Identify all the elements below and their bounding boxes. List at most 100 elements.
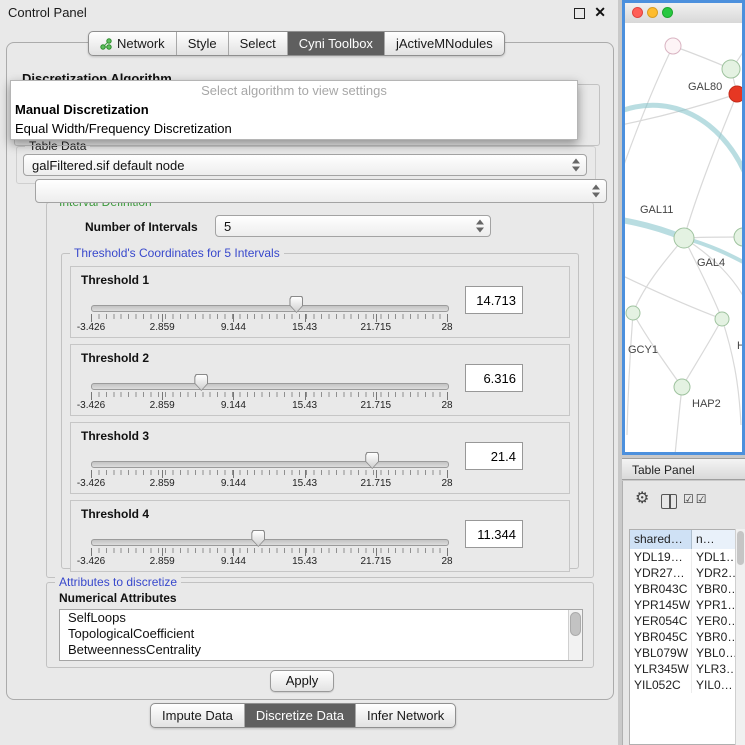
dropdown-option[interactable]: Manual Discretization xyxy=(11,100,577,119)
network-view-window: GAL80GAL11GAL4GCY1HAP2H xyxy=(622,0,745,455)
zoom-traffic-light[interactable] xyxy=(662,7,673,18)
table-rows: YDL19…YDL1…YDR27…YDR2…YBR043CYBR0…YPR145… xyxy=(630,549,736,693)
network-node[interactable] xyxy=(665,38,681,54)
table-cell: YDR2… xyxy=(692,565,736,581)
dropdown-placeholder: Select algorithm to view settings xyxy=(11,81,577,100)
network-canvas[interactable]: GAL80GAL11GAL4GCY1HAP2H xyxy=(625,23,742,452)
network-node[interactable] xyxy=(734,228,742,246)
slider-scale-label: -3.426 xyxy=(77,400,105,411)
slider-track[interactable] xyxy=(91,383,449,390)
tab-impute-data[interactable]: Impute Data xyxy=(151,704,245,727)
thresholds-group-title: Threshold's Coordinates for 5 Intervals xyxy=(70,246,284,260)
tab-network[interactable]: Network xyxy=(89,32,177,55)
slider-scale-label: 21.715 xyxy=(361,556,392,567)
list-item[interactable]: SelfLoops xyxy=(60,610,582,626)
slider-scale-label: 28 xyxy=(441,556,452,567)
slider-scale-label: 28 xyxy=(441,400,452,411)
slider-thumb[interactable] xyxy=(289,296,303,313)
threshold-label: Threshold 1 xyxy=(81,273,149,287)
slider-major-tick xyxy=(305,392,306,400)
network-node[interactable] xyxy=(715,312,729,326)
list-item[interactable]: BetweennessCentrality xyxy=(60,642,582,658)
scrollbar[interactable] xyxy=(568,610,582,660)
slider-track[interactable] xyxy=(91,461,449,468)
slider-scale-label: -3.426 xyxy=(77,322,105,333)
threshold-value-field[interactable]: 11.344 xyxy=(465,520,523,548)
table-cell: YIL0… xyxy=(692,677,736,693)
slider-scale-label: 15.43 xyxy=(292,400,317,411)
tab-label: Cyni Toolbox xyxy=(299,36,373,51)
algorithm-combo[interactable] xyxy=(35,179,607,203)
table-row[interactable]: YBR043CYBR0… xyxy=(630,581,736,597)
tab-select[interactable]: Select xyxy=(229,32,288,55)
table-cell: YER054C xyxy=(630,613,692,629)
slider-major-tick xyxy=(233,392,234,400)
scrollbar-thumb[interactable] xyxy=(570,612,581,636)
num-intervals-label: Number of Intervals xyxy=(85,220,198,234)
slider-major-tick xyxy=(305,548,306,556)
table-row[interactable]: YER054CYER0… xyxy=(630,613,736,629)
network-node[interactable] xyxy=(674,379,690,395)
slider-major-tick xyxy=(447,392,448,400)
tab-jactivemnodules[interactable]: jActiveMNodules xyxy=(385,32,504,55)
threshold-panel: Threshold 3-3.4262.8599.14415.4321.71528… xyxy=(70,422,570,494)
tab-label: jActiveMNodules xyxy=(396,36,493,51)
table-row[interactable]: YDR27…YDR2… xyxy=(630,565,736,581)
slider-thumb[interactable] xyxy=(194,374,208,391)
num-intervals-combo[interactable]: 5 xyxy=(215,215,491,237)
gear-icon[interactable]: ⚙ xyxy=(635,491,649,507)
table-row[interactable]: YDL19…YDL1… xyxy=(630,549,736,565)
slider-thumb[interactable] xyxy=(365,452,379,469)
table-cell: YLR3… xyxy=(692,661,736,677)
slider-major-tick xyxy=(91,392,92,400)
tab-style[interactable]: Style xyxy=(177,32,229,55)
window-title: Control Panel xyxy=(8,5,87,20)
slider-thumb[interactable] xyxy=(251,530,265,547)
slider-major-tick xyxy=(162,548,163,556)
table-row[interactable]: YBL079WYBL0… xyxy=(630,645,736,661)
minimize-traffic-light[interactable] xyxy=(647,7,658,18)
numerical-attributes-list: SelfLoopsTopologicalCoefficientBetweenne… xyxy=(60,610,582,658)
threshold-value-field[interactable]: 14.713 xyxy=(465,286,523,314)
close-icon[interactable]: ✕ xyxy=(594,4,606,21)
table-row[interactable]: YPR145WYPR1… xyxy=(630,597,736,613)
column-header[interactable]: n… xyxy=(692,530,736,549)
tab-infer-network[interactable]: Infer Network xyxy=(356,704,455,727)
table-row[interactable]: YBR045CYBR0… xyxy=(630,629,736,645)
network-node[interactable] xyxy=(626,306,640,320)
tab-label: Infer Network xyxy=(367,708,444,723)
scrollbar[interactable] xyxy=(735,529,745,745)
threshold-label: Threshold 4 xyxy=(81,507,149,521)
slider-major-tick xyxy=(91,314,92,322)
slider-major-tick xyxy=(447,548,448,556)
toolbar-checks[interactable]: ☑☑ xyxy=(683,492,709,506)
tab-discretize-data[interactable]: Discretize Data xyxy=(245,704,356,727)
float-window-icon[interactable] xyxy=(574,8,585,19)
dropdown-option[interactable]: Equal Width/Frequency Discretization xyxy=(11,119,577,138)
bottom-tab-bar: Impute DataDiscretize Data Infer Network xyxy=(150,703,456,728)
table-row[interactable]: YLR345WYLR3… xyxy=(630,661,736,677)
network-svg[interactable]: GAL80GAL11GAL4GCY1HAP2H xyxy=(625,23,742,452)
close-traffic-light[interactable] xyxy=(632,7,643,18)
slider-scale-label: 28 xyxy=(441,322,452,333)
tab-cyni-toolbox[interactable]: Cyni Toolbox xyxy=(288,32,385,55)
apply-button[interactable]: Apply xyxy=(270,670,334,692)
slider-scale-label: -3.426 xyxy=(77,556,105,567)
threshold-value-field[interactable]: 21.4 xyxy=(465,442,523,470)
threshold-label: Threshold 2 xyxy=(81,351,149,365)
columns-icon[interactable] xyxy=(661,494,677,509)
slider-track[interactable] xyxy=(91,305,449,312)
slider-major-tick xyxy=(233,470,234,478)
list-item[interactable]: TopologicalCoefficient xyxy=(60,626,582,642)
attributes-group-title: Attributes to discretize xyxy=(55,575,181,589)
network-node[interactable] xyxy=(722,60,740,78)
network-node[interactable] xyxy=(729,86,742,102)
column-header[interactable]: shared… xyxy=(630,530,692,549)
threshold-value-field[interactable]: 6.316 xyxy=(465,364,523,392)
slider-scale-label: 15.43 xyxy=(292,556,317,567)
table-data-combo[interactable]: galFiltered.sif default node xyxy=(23,154,587,176)
scrollbar-thumb[interactable] xyxy=(737,531,744,565)
table-row[interactable]: YIL052CYIL0… xyxy=(630,677,736,693)
slider-track[interactable] xyxy=(91,539,449,546)
network-node[interactable] xyxy=(674,228,694,248)
